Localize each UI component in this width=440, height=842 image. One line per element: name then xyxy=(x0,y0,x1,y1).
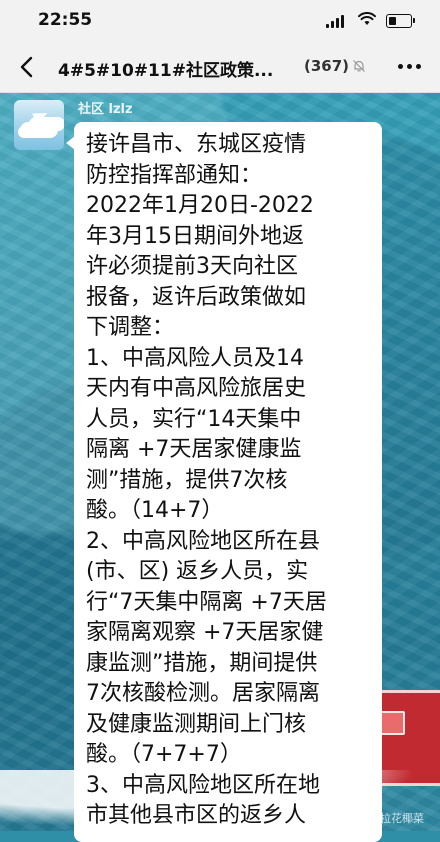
message-line: 防控指挥部通知： xyxy=(86,162,263,188)
message-line: 下调整： xyxy=(86,315,175,340)
message-line: 2、中高风险地区所在县 xyxy=(86,528,320,554)
message-line: 7次核酸检测。居家隔离 xyxy=(86,681,320,706)
message-line: 隔离 +7天居家健康监 xyxy=(86,437,302,462)
message-line: 及健康监测期间上门核 xyxy=(86,711,307,737)
message-line: 报备，返许后政策做如 xyxy=(86,284,307,310)
message-bubble[interactable]: 接许昌市、东城区疫情 防控指挥部通知： 2022年1月20日-2022 年3月15日期… xyxy=(66,122,382,842)
sender-avatar[interactable] xyxy=(14,100,64,150)
more-button[interactable] xyxy=(392,54,426,78)
status-bar: 22:55 xyxy=(0,0,440,42)
message-line: 酸。（7+7+7） xyxy=(86,742,242,767)
chat-title[interactable]: 4#5#10#11#社区政策... xyxy=(58,56,298,81)
sender-name: 社区 lzlz xyxy=(78,102,133,117)
message-line: 测”措施，提供7次核 xyxy=(86,467,288,493)
message-line: 家隔离观察 +7天居家健 xyxy=(86,620,324,645)
mute-bell-icon xyxy=(353,60,365,72)
back-button[interactable] xyxy=(10,50,44,84)
status-time: 22:55 xyxy=(38,10,93,30)
message-line: 3、中高风险地区所在地 xyxy=(86,772,320,798)
status-icons xyxy=(326,12,416,30)
message-line: 人员，实行“14天集中 xyxy=(86,406,302,432)
chevron-left-icon xyxy=(20,56,33,78)
message-line: 1、中高风险人员及14 xyxy=(86,345,304,371)
message-line: 市其他县市区的返乡人 xyxy=(86,803,307,828)
message-line: (市、区) 返乡人员，实 xyxy=(86,559,309,584)
watermark: @西班巴拉花椰菜 xyxy=(336,812,424,825)
message-line: 天内有中高风险旅居史 xyxy=(86,376,307,401)
message-line: 康监测”措施，期间提供 xyxy=(86,650,318,676)
more-dots-icon xyxy=(397,63,403,69)
message-line: 行“7天集中隔离 +7天居 xyxy=(86,589,327,615)
message-line: 许必须提前3天向社区 xyxy=(86,254,298,279)
battery-icon xyxy=(386,14,415,28)
wifi-icon xyxy=(358,12,376,25)
chat-header: 4#5#10#11#社区政策... (367) xyxy=(0,42,440,93)
message-text: 接许昌市、东城区疫情 防控指挥部通知： 2022年1月20日-2022 年3月15日期… xyxy=(86,130,376,832)
message-line: 接许昌市、东城区疫情 xyxy=(86,132,307,157)
message-line: 2022年1月20日-2022 xyxy=(86,193,314,218)
message-line: 年3月15日期间外地返 xyxy=(86,223,304,249)
signal-icon xyxy=(326,14,348,28)
message-line: 酸。（14+7） xyxy=(86,498,224,523)
member-count: (367) xyxy=(304,57,350,75)
